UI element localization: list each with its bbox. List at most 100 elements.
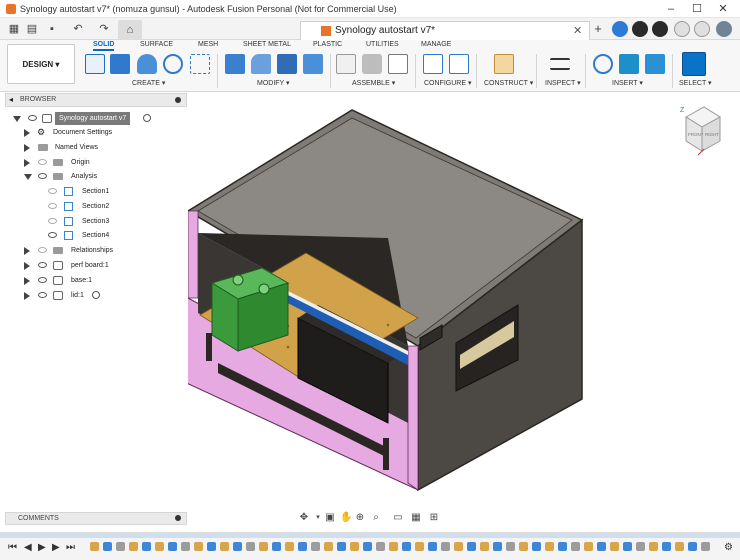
- visibility-eye-icon[interactable]: [48, 203, 57, 209]
- timeline-feature-icon[interactable]: [584, 542, 593, 551]
- visibility-eye-icon[interactable]: [38, 247, 47, 253]
- insert-mesh-icon[interactable]: [619, 54, 639, 74]
- timeline-first-icon[interactable]: ⏮: [8, 542, 17, 553]
- press-pull-icon[interactable]: [225, 54, 245, 74]
- help-icon[interactable]: [694, 21, 710, 37]
- tab-solid[interactable]: SOLID: [93, 41, 115, 51]
- tree-item[interactable]: ⚙ Document Settings: [20, 126, 186, 139]
- expand-arrow-icon[interactable]: [24, 277, 30, 285]
- visibility-eye-icon[interactable]: [48, 188, 57, 194]
- collapse-browser-icon[interactable]: ◂: [9, 95, 13, 104]
- expand-arrow-icon[interactable]: [13, 116, 21, 122]
- save-icon[interactable]: ▪: [44, 22, 60, 36]
- timeline-feature-icon[interactable]: [688, 542, 697, 551]
- timeline-last-icon[interactable]: ⏭: [66, 542, 75, 553]
- inspect-menu[interactable]: INSPECT ▾: [545, 79, 581, 87]
- timeline-feature-icon[interactable]: [623, 542, 632, 551]
- timeline-feature-icon[interactable]: [389, 542, 398, 551]
- timeline-prev-icon[interactable]: ◀: [24, 542, 32, 553]
- timeline-feature-icon[interactable]: [662, 542, 671, 551]
- tree-item[interactable]: lid:1: [20, 289, 186, 302]
- revolve-icon[interactable]: [137, 54, 157, 74]
- timeline-feature-icon[interactable]: [376, 542, 385, 551]
- data-panel-grid-icon[interactable]: ▦: [6, 22, 22, 36]
- tree-item[interactable]: base:1: [20, 274, 186, 287]
- timeline-feature-icon[interactable]: [285, 542, 294, 551]
- measure-icon[interactable]: [550, 58, 570, 70]
- grid-settings-icon[interactable]: ▦: [410, 512, 422, 524]
- select-menu[interactable]: SELECT ▾: [679, 79, 712, 87]
- shell-icon[interactable]: [277, 54, 297, 74]
- tree-item[interactable]: Relationships: [20, 244, 186, 257]
- timeline-feature-icon[interactable]: [532, 542, 541, 551]
- create-menu[interactable]: CREATE ▾: [132, 79, 165, 87]
- browser-panel-header[interactable]: ◂ BROWSER: [5, 93, 187, 107]
- timeline-feature-icon[interactable]: [675, 542, 684, 551]
- tree-item[interactable]: Analysis: [20, 170, 186, 183]
- select-arrow-icon[interactable]: [682, 52, 706, 76]
- visibility-eye-icon[interactable]: [38, 277, 47, 283]
- tab-sheet-metal[interactable]: SHEET METAL: [243, 41, 291, 48]
- activate-radio-icon[interactable]: [143, 114, 151, 122]
- timeline-feature-icon[interactable]: [298, 542, 307, 551]
- insert-canvas-icon[interactable]: [645, 54, 665, 74]
- file-menu-icon[interactable]: ▤: [24, 22, 40, 36]
- timeline-feature-icon[interactable]: [649, 542, 658, 551]
- timeline-feature-icon[interactable]: [220, 542, 229, 551]
- new-tab-plus-icon[interactable]: +: [590, 22, 606, 36]
- viewports-icon[interactable]: ⊞: [428, 512, 440, 524]
- notifications-bell-icon[interactable]: [674, 21, 690, 37]
- timeline-feature-icon[interactable]: [155, 542, 164, 551]
- timeline-feature-icon[interactable]: [324, 542, 333, 551]
- create-sketch-icon[interactable]: [85, 54, 105, 74]
- add-comment-icon[interactable]: [175, 515, 181, 521]
- timeline-feature-icon[interactable]: [701, 542, 710, 551]
- configure-icon[interactable]: [423, 54, 443, 74]
- undo-icon[interactable]: ↶: [70, 22, 86, 36]
- configure-table-icon[interactable]: [449, 54, 469, 74]
- visibility-eye-icon[interactable]: [48, 218, 57, 224]
- expand-arrow-icon[interactable]: [24, 247, 30, 255]
- timeline-feature-icon[interactable]: [558, 542, 567, 551]
- timeline-feature-icon[interactable]: [103, 542, 112, 551]
- timeline-feature-icon[interactable]: [415, 542, 424, 551]
- visibility-eye-icon[interactable]: [38, 262, 47, 268]
- expand-arrow-icon[interactable]: [24, 144, 30, 152]
- offset-plane-icon[interactable]: [494, 54, 514, 74]
- close-window-button[interactable]: ✕: [712, 2, 734, 16]
- activate-radio-icon[interactable]: [92, 291, 100, 299]
- timeline-feature-icon[interactable]: [493, 542, 502, 551]
- timeline-feature-icon[interactable]: [467, 542, 476, 551]
- timeline-feature-icon[interactable]: [181, 542, 190, 551]
- timeline-feature-icon[interactable]: [363, 542, 372, 551]
- visibility-eye-icon[interactable]: [38, 159, 47, 165]
- display-settings-icon[interactable]: ▭: [392, 512, 404, 524]
- look-at-icon[interactable]: ▣: [324, 512, 336, 524]
- tab-plastic[interactable]: PLASTIC: [313, 41, 342, 48]
- workspace-switcher-button[interactable]: DESIGN ▾: [7, 44, 75, 84]
- expand-arrow-icon[interactable]: [24, 129, 30, 137]
- expand-arrow-icon[interactable]: [24, 159, 30, 167]
- timeline-scrollbar[interactable]: [0, 533, 740, 538]
- timeline-feature-icon[interactable]: [116, 542, 125, 551]
- tree-root[interactable]: Synology autostart v7: [10, 112, 186, 125]
- expand-arrow-icon[interactable]: [24, 292, 30, 300]
- tree-item[interactable]: Section1: [48, 185, 186, 198]
- browser-options-icon[interactable]: [175, 97, 181, 103]
- tab-utilities[interactable]: UTILITIES: [366, 41, 399, 48]
- timeline-feature-icon[interactable]: [142, 542, 151, 551]
- timeline-feature-icon[interactable]: [337, 542, 346, 551]
- configure-menu[interactable]: CONFIGURE ▾: [424, 79, 471, 87]
- timeline-settings-gear-icon[interactable]: ⚙: [724, 542, 733, 553]
- timeline-feature-icon[interactable]: [519, 542, 528, 551]
- 3d-viewport[interactable]: [188, 93, 740, 508]
- timeline-feature-icon[interactable]: [90, 542, 99, 551]
- joint-icon[interactable]: [362, 54, 382, 74]
- home-tab[interactable]: ⌂: [118, 20, 142, 40]
- orbit-dropdown-icon[interactable]: ▾: [312, 512, 324, 524]
- visibility-eye-icon[interactable]: [48, 232, 57, 238]
- timeline-feature-icon[interactable]: [506, 542, 515, 551]
- redo-icon[interactable]: ↷: [96, 22, 112, 36]
- new-component-icon[interactable]: [336, 54, 356, 74]
- timeline-feature-icon[interactable]: [454, 542, 463, 551]
